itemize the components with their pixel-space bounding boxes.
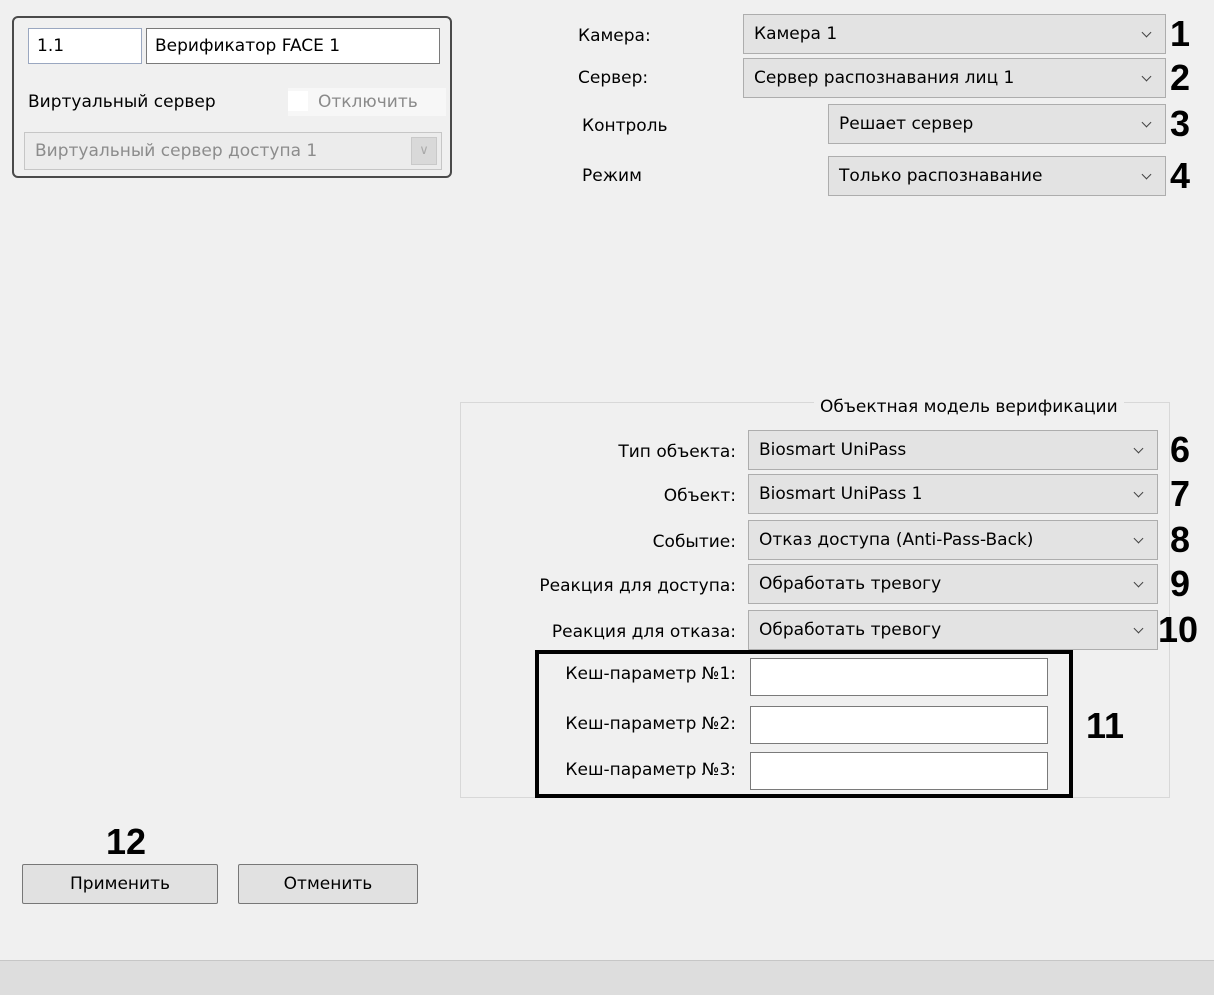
deny-reaction-label: Реакция для отказа: [551, 622, 736, 642]
device-group-box: 1.1 Верификатор FACE 1 Виртуальный серве… [12, 16, 452, 178]
access-reaction-label: Реакция для доступа: [539, 576, 736, 596]
marker-4: 4 [1170, 155, 1191, 196]
chevron-down-icon [1131, 565, 1149, 603]
object-model-title: Объектная модель верификации [814, 393, 1124, 421]
cache-param-3-input[interactable] [750, 752, 1048, 790]
mode-label: Режим [582, 166, 642, 186]
virtual-server-select: Виртуальный сервер доступа 1 ∨ [24, 132, 442, 170]
marker-1: 1 [1170, 13, 1191, 54]
chevron-down-icon [1139, 105, 1157, 143]
cache-param-2-input[interactable] [750, 706, 1048, 744]
chevron-down-icon [1131, 611, 1149, 649]
object-label: Объект: [663, 486, 736, 506]
access-reaction-select[interactable]: Обработать тревогу [748, 564, 1158, 604]
apply-button[interactable]: Применить [22, 864, 218, 904]
marker-10: 10 [1158, 609, 1199, 650]
device-name-field[interactable]: Верификатор FACE 1 [146, 28, 440, 64]
event-value: Отказ доступа (Anti-Pass-Back) [759, 530, 1034, 550]
server-select[interactable]: Сервер распознавания лиц 1 [743, 58, 1166, 98]
control-label: Контроль [582, 116, 668, 136]
camera-label: Камера: [578, 26, 651, 46]
footer-bar [0, 960, 1214, 995]
cancel-button[interactable]: Отменить [238, 864, 418, 904]
chevron-down-icon [1139, 15, 1157, 53]
device-id-field[interactable]: 1.1 [28, 28, 142, 64]
disable-checkbox-label: Отключить [318, 92, 418, 112]
object-select[interactable]: Biosmart UniPass 1 [748, 474, 1158, 514]
marker-6: 6 [1170, 429, 1191, 470]
mode-select[interactable]: Только распознавание [828, 156, 1166, 196]
object-value: Biosmart UniPass 1 [759, 484, 923, 504]
cache-param-2-label: Кеш-параметр №2: [565, 714, 736, 734]
deny-reaction-select[interactable]: Обработать тревогу [748, 610, 1158, 650]
event-label: Событие: [652, 532, 736, 552]
mode-value: Только распознавание [839, 166, 1043, 186]
object-type-value: Biosmart UniPass [759, 440, 907, 460]
cache-param-3-label: Кеш-параметр №3: [565, 760, 736, 780]
chevron-down-icon [1131, 521, 1149, 559]
disable-checkbox[interactable]: Отключить [288, 88, 446, 116]
marker-8: 8 [1170, 519, 1191, 560]
chevron-down-icon [1131, 431, 1149, 469]
virtual-server-value: Виртуальный сервер доступа 1 [35, 141, 318, 161]
object-type-select[interactable]: Biosmart UniPass [748, 430, 1158, 470]
control-value: Решает сервер [839, 114, 974, 134]
disable-checkbox-box[interactable] [288, 91, 308, 111]
chevron-down-icon [1139, 59, 1157, 97]
marker-9: 9 [1170, 563, 1191, 604]
chevron-down-icon [1131, 475, 1149, 513]
event-select[interactable]: Отказ доступа (Anti-Pass-Back) [748, 520, 1158, 560]
marker-2: 2 [1170, 57, 1191, 98]
chevron-down-icon: ∨ [411, 137, 437, 165]
marker-3: 3 [1170, 103, 1191, 144]
marker-7: 7 [1170, 473, 1191, 514]
verifier-settings-panel: { "device": { "id": "1.1", "name": "Вери… [0, 0, 1214, 995]
deny-reaction-value: Обработать тревогу [759, 620, 942, 640]
control-select[interactable]: Решает сервер [828, 104, 1166, 144]
server-value: Сервер распознавания лиц 1 [754, 68, 1015, 88]
server-label: Сервер: [578, 68, 649, 88]
access-reaction-value: Обработать тревогу [759, 574, 942, 594]
cache-param-1-label: Кеш-параметр №1: [565, 664, 736, 684]
camera-value: Камера 1 [754, 24, 838, 44]
object-type-label: Тип объекта: [618, 442, 736, 462]
marker-11: 11 [1086, 705, 1125, 746]
chevron-down-icon [1139, 157, 1157, 195]
marker-12: 12 [106, 821, 147, 862]
cache-param-1-input[interactable] [750, 658, 1048, 696]
virtual-server-label: Виртуальный сервер [28, 92, 216, 112]
camera-select[interactable]: Камера 1 [743, 14, 1166, 54]
